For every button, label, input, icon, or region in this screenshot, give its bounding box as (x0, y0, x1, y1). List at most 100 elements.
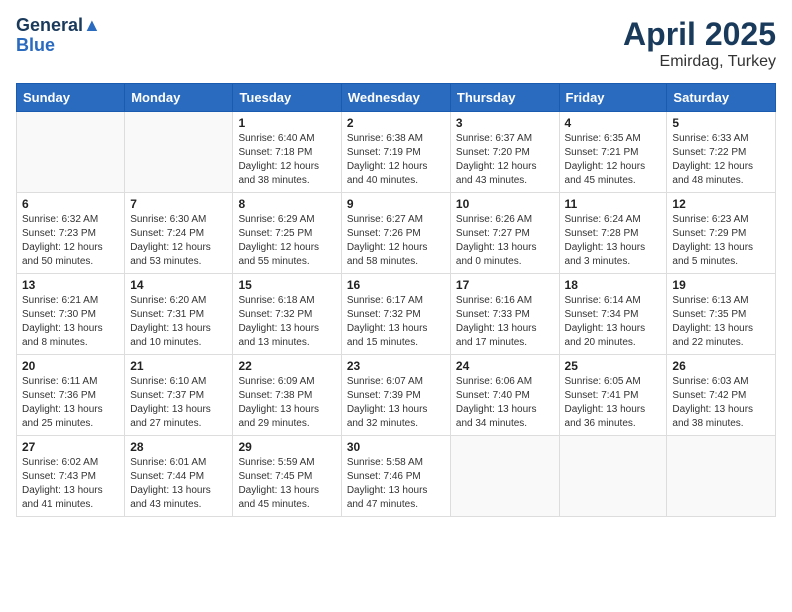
week-row-3: 13 Sunrise: 6:21 AM Sunset: 7:30 PM Dayli… (17, 274, 776, 355)
day-number: 17 (456, 278, 554, 292)
day-cell: 23 Sunrise: 6:07 AM Sunset: 7:39 PM Dayli… (341, 355, 450, 436)
logo-text: General▲ Blue (16, 16, 101, 56)
day-cell: 10 Sunrise: 6:26 AM Sunset: 7:27 PM Dayli… (450, 193, 559, 274)
day-info: Sunrise: 6:33 AM Sunset: 7:22 PM Dayligh… (672, 132, 770, 188)
day-cell: 11 Sunrise: 6:24 AM Sunset: 7:28 PM Dayli… (559, 193, 667, 274)
day-number: 28 (130, 440, 227, 454)
day-info: Sunrise: 6:14 AM Sunset: 7:34 PM Dayligh… (565, 294, 662, 350)
day-number: 11 (565, 197, 662, 211)
week-row-2: 6 Sunrise: 6:32 AM Sunset: 7:23 PM Daylig… (17, 193, 776, 274)
day-info: Sunrise: 6:05 AM Sunset: 7:41 PM Dayligh… (565, 375, 662, 431)
day-number: 14 (130, 278, 227, 292)
day-number: 8 (238, 197, 335, 211)
day-number: 30 (347, 440, 445, 454)
day-cell: 16Sunrise: 6:17 AM Sunset: 7:32 PM Dayli… (341, 274, 450, 355)
day-info: Sunrise: 6:18 AM Sunset: 7:32 PM Dayligh… (238, 294, 335, 350)
day-cell (125, 112, 233, 193)
day-cell: 24 Sunrise: 6:06 AM Sunset: 7:40 PM Dayli… (450, 355, 559, 436)
day-cell (450, 436, 559, 517)
day-cell: 26 Sunrise: 6:03 AM Sunset: 7:42 PM Dayli… (667, 355, 776, 436)
day-info: Sunrise: 6:03 AM Sunset: 7:42 PM Dayligh… (672, 375, 770, 431)
day-cell: 6 Sunrise: 6:32 AM Sunset: 7:23 PM Daylig… (17, 193, 125, 274)
day-cell: 14 Sunrise: 6:20 AM Sunset: 7:31 PM Dayli… (125, 274, 233, 355)
day-cell: 1 Sunrise: 6:40 AM Sunset: 7:18 PM Daylig… (233, 112, 341, 193)
day-number: 9 (347, 197, 445, 211)
day-cell: 7 Sunrise: 6:30 AM Sunset: 7:24 PM Daylig… (125, 193, 233, 274)
day-cell: 17 Sunrise: 6:16 AM Sunset: 7:33 PM Dayli… (450, 274, 559, 355)
day-cell: 15 Sunrise: 6:18 AM Sunset: 7:32 PM Dayli… (233, 274, 341, 355)
day-number: 24 (456, 359, 554, 373)
day-info: Sunrise: 6:24 AM Sunset: 7:28 PM Dayligh… (565, 213, 662, 269)
day-cell: 30 Sunrise: 5:58 AM Sunset: 7:46 PM Dayli… (341, 436, 450, 517)
weekday-header-tuesday: Tuesday (233, 84, 341, 112)
week-row-4: 20 Sunrise: 6:11 AM Sunset: 7:36 PM Dayli… (17, 355, 776, 436)
day-cell: 27Sunrise: 6:02 AM Sunset: 7:43 PM Dayli… (17, 436, 125, 517)
day-number: 23 (347, 359, 445, 373)
day-number: 4 (565, 116, 662, 130)
day-cell (559, 436, 667, 517)
day-cell: 13 Sunrise: 6:21 AM Sunset: 7:30 PM Dayli… (17, 274, 125, 355)
day-info: Sunrise: 6:26 AM Sunset: 7:27 PM Dayligh… (456, 213, 554, 269)
day-number: 5 (672, 116, 770, 130)
day-number: 12 (672, 197, 770, 211)
day-cell: 18 Sunrise: 6:14 AM Sunset: 7:34 PM Dayli… (559, 274, 667, 355)
day-info: Sunrise: 6:10 AM Sunset: 7:37 PM Dayligh… (130, 375, 227, 431)
day-info: Sunrise: 6:20 AM Sunset: 7:31 PM Dayligh… (130, 294, 227, 350)
day-info: Sunrise: 6:21 AM Sunset: 7:30 PM Dayligh… (22, 294, 119, 350)
day-cell: 9 Sunrise: 6:27 AM Sunset: 7:26 PM Daylig… (341, 193, 450, 274)
weekday-header-monday: Monday (125, 84, 233, 112)
day-info: Sunrise: 6:16 AM Sunset: 7:33 PM Dayligh… (456, 294, 554, 350)
day-info: Sunrise: 6:01 AM Sunset: 7:44 PM Dayligh… (130, 456, 227, 512)
month-title: April 2025 (623, 16, 776, 53)
day-cell: 8 Sunrise: 6:29 AM Sunset: 7:25 PM Daylig… (233, 193, 341, 274)
day-number: 21 (130, 359, 227, 373)
day-number: 15 (238, 278, 335, 292)
day-number: 18 (565, 278, 662, 292)
day-number: 7 (130, 197, 227, 211)
day-cell: 20 Sunrise: 6:11 AM Sunset: 7:36 PM Dayli… (17, 355, 125, 436)
day-info: Sunrise: 6:11 AM Sunset: 7:36 PM Dayligh… (22, 375, 119, 431)
day-info: Sunrise: 6:32 AM Sunset: 7:23 PM Dayligh… (22, 213, 119, 269)
day-number: 1 (238, 116, 335, 130)
day-number: 16 (347, 278, 445, 292)
day-number: 19 (672, 278, 770, 292)
weekday-header-friday: Friday (559, 84, 667, 112)
day-info: Sunrise: 6:35 AM Sunset: 7:21 PM Dayligh… (565, 132, 662, 188)
day-info: Sunrise: 5:59 AM Sunset: 7:45 PM Dayligh… (238, 456, 335, 512)
day-info: Sunrise: 6:02 AM Sunset: 7:43 PM Dayligh… (22, 456, 119, 512)
day-number: 13 (22, 278, 119, 292)
day-info: Sunrise: 6:06 AM Sunset: 7:40 PM Dayligh… (456, 375, 554, 431)
weekday-header-wednesday: Wednesday (341, 84, 450, 112)
day-number: 6 (22, 197, 119, 211)
day-cell: 3Sunrise: 6:37 AM Sunset: 7:20 PM Daylig… (450, 112, 559, 193)
weekday-header-row: SundayMondayTuesdayWednesdayThursdayFrid… (17, 84, 776, 112)
day-cell: 21 Sunrise: 6:10 AM Sunset: 7:37 PM Dayli… (125, 355, 233, 436)
day-info: Sunrise: 6:07 AM Sunset: 7:39 PM Dayligh… (347, 375, 445, 431)
day-cell: 25Sunrise: 6:05 AM Sunset: 7:41 PM Dayli… (559, 355, 667, 436)
day-info: Sunrise: 6:38 AM Sunset: 7:19 PM Dayligh… (347, 132, 445, 188)
day-number: 26 (672, 359, 770, 373)
day-cell (667, 436, 776, 517)
day-cell: 12 Sunrise: 6:23 AM Sunset: 7:29 PM Dayli… (667, 193, 776, 274)
day-info: Sunrise: 6:23 AM Sunset: 7:29 PM Dayligh… (672, 213, 770, 269)
day-info: Sunrise: 6:27 AM Sunset: 7:26 PM Dayligh… (347, 213, 445, 269)
logo: General▲ Blue (16, 16, 101, 56)
day-info: Sunrise: 6:09 AM Sunset: 7:38 PM Dayligh… (238, 375, 335, 431)
day-cell: 2Sunrise: 6:38 AM Sunset: 7:19 PM Daylig… (341, 112, 450, 193)
day-cell: 4 Sunrise: 6:35 AM Sunset: 7:21 PM Daylig… (559, 112, 667, 193)
day-info: Sunrise: 5:58 AM Sunset: 7:46 PM Dayligh… (347, 456, 445, 512)
week-row-5: 27Sunrise: 6:02 AM Sunset: 7:43 PM Dayli… (17, 436, 776, 517)
day-cell (17, 112, 125, 193)
weekday-header-thursday: Thursday (450, 84, 559, 112)
day-number: 20 (22, 359, 119, 373)
day-info: Sunrise: 6:13 AM Sunset: 7:35 PM Dayligh… (672, 294, 770, 350)
location: Emirdag, Turkey (623, 53, 776, 71)
day-info: Sunrise: 6:40 AM Sunset: 7:18 PM Dayligh… (238, 132, 335, 188)
day-info: Sunrise: 6:29 AM Sunset: 7:25 PM Dayligh… (238, 213, 335, 269)
title-block: April 2025 Emirdag, Turkey (623, 16, 776, 71)
week-row-1: 1 Sunrise: 6:40 AM Sunset: 7:18 PM Daylig… (17, 112, 776, 193)
day-number: 10 (456, 197, 554, 211)
day-info: Sunrise: 6:30 AM Sunset: 7:24 PM Dayligh… (130, 213, 227, 269)
calendar-table: SundayMondayTuesdayWednesdayThursdayFrid… (16, 83, 776, 517)
day-number: 3 (456, 116, 554, 130)
